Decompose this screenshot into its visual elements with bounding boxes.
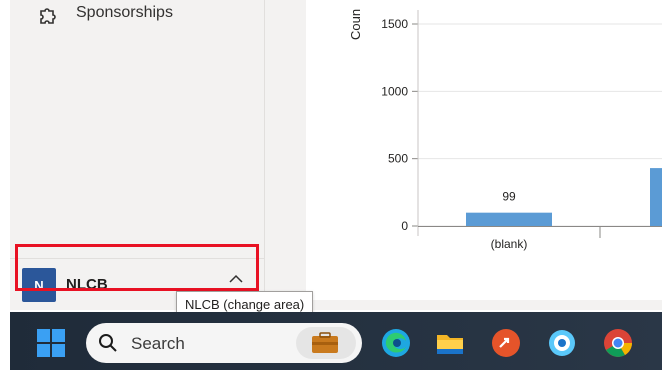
y-tick-label: 500 — [388, 152, 408, 166]
sidebar-divider — [264, 0, 265, 310]
windows-start-icon[interactable] — [36, 328, 66, 358]
screen: Sponsorships N NLCB Coun 0 500 1000 1500 99 (b… — [0, 0, 667, 370]
data-label: 99 — [502, 190, 516, 204]
y-tick-label: 1500 — [381, 17, 408, 31]
bar — [650, 168, 662, 226]
y-tick-label: 0 — [401, 219, 408, 233]
location-app-icon[interactable] — [546, 327, 578, 359]
chrome-icon[interactable] — [602, 327, 634, 359]
highlight-annotation — [15, 244, 259, 291]
bar-chart: Coun 0 500 1000 1500 99 (blank) — [348, 9, 662, 251]
puzzle-icon — [38, 4, 58, 24]
edge-icon[interactable] — [380, 327, 412, 359]
briefcase-icon — [312, 332, 338, 353]
bar — [466, 212, 552, 226]
remote-desktop-icon[interactable] — [490, 327, 522, 359]
y-tick-label: 1000 — [381, 84, 408, 98]
work-briefcase-widget[interactable] — [296, 327, 356, 359]
search-icon — [98, 333, 118, 353]
sidebar-item-label: Sponsorships — [76, 4, 173, 21]
chart-card: Coun 0 500 1000 1500 99 (blank) — [306, 0, 662, 300]
file-explorer-icon[interactable] — [434, 327, 466, 359]
sidebar-item-sponsorships[interactable]: Sponsorships — [20, 0, 274, 30]
x-category-label: (blank) — [491, 237, 528, 251]
search-label: Search — [131, 334, 185, 353]
y-axis-label: Coun — [348, 9, 363, 40]
